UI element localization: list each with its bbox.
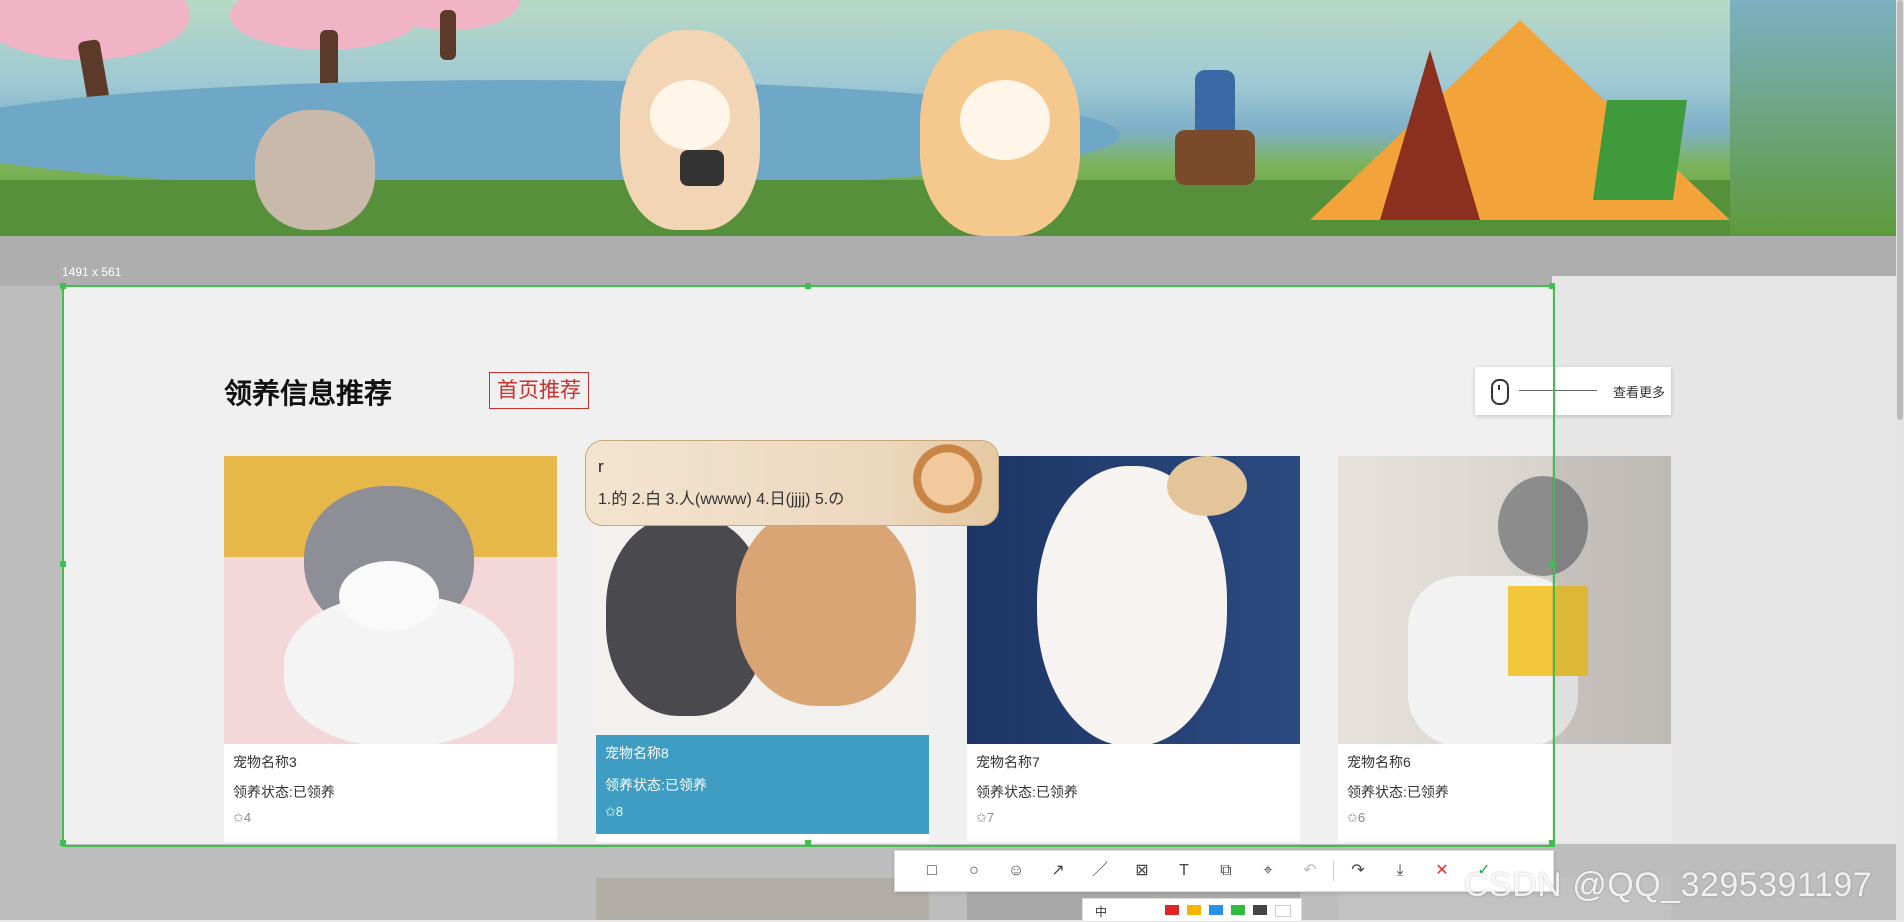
view-more-button[interactable]: 查看更多 xyxy=(1475,367,1671,415)
pet-card-next-row[interactable] xyxy=(224,878,557,920)
section-title: 领养信息推荐 xyxy=(224,378,393,409)
dim-overlay-card xyxy=(1552,456,1671,842)
color-swatch-black[interactable] xyxy=(1253,905,1267,915)
stump-illustration xyxy=(1175,130,1255,185)
pet-card[interactable]: 宠物名称3 领养状态:已领养 ✩4 xyxy=(224,456,557,842)
dim-overlay-left xyxy=(0,286,63,920)
ellipse-icon[interactable]: ○ xyxy=(963,861,985,881)
font-size-select[interactable]: 中 xyxy=(1095,903,1107,920)
pet-photo xyxy=(224,456,557,744)
resize-handle[interactable] xyxy=(805,283,811,289)
resize-handle[interactable] xyxy=(1549,561,1555,567)
capture-toolbar: □ ○ ☺ ↗ ／ ⊠ T ⧉ ⌖ ↶ ↷ ⤓ ✕ ✓ xyxy=(894,850,1554,892)
divider-line xyxy=(1519,390,1597,391)
hero-banner xyxy=(0,0,1904,236)
tree-trunk xyxy=(440,10,456,60)
adoption-status: 领养状态:已领养 xyxy=(233,784,335,800)
chair-illustration xyxy=(1592,100,1688,200)
star-count: ✩7 xyxy=(976,810,995,825)
star-count: ✩8 xyxy=(605,804,624,819)
pet-card[interactable]: 宠物名称7 领养状态:已领养 ✩7 xyxy=(967,456,1300,842)
copy-icon[interactable]: ⧉ xyxy=(1215,861,1237,881)
pet-name: 宠物名称7 xyxy=(976,754,1040,770)
toolbar-divider xyxy=(1333,861,1334,881)
camera-illustration xyxy=(680,150,724,186)
close-icon[interactable]: ✕ xyxy=(1431,861,1453,881)
emoji-icon[interactable]: ☺ xyxy=(1005,861,1027,881)
csdn-watermark: CSDN @QQ_3295391197 xyxy=(1464,866,1873,904)
pet-card-next-row[interactable] xyxy=(596,878,929,920)
color-swatch-green[interactable] xyxy=(1231,905,1245,915)
rectangle-icon[interactable]: □ xyxy=(921,861,943,881)
pet-name: 宠物名称8 xyxy=(605,745,669,761)
color-swatch-red[interactable] xyxy=(1165,905,1179,915)
download-icon[interactable]: ⤓ xyxy=(1389,861,1411,881)
color-swatch-blue[interactable] xyxy=(1209,905,1223,915)
resize-handle[interactable] xyxy=(60,283,66,289)
ime-candidate-list[interactable]: 1.的 2.白 3.人(wwww) 4.日(jjjj) 5.の xyxy=(598,485,844,509)
capture-size-label: 1491 x 561 xyxy=(62,265,122,279)
corgi-face xyxy=(650,80,730,150)
pet-photo xyxy=(967,456,1300,744)
color-swatch-yellow[interactable] xyxy=(1187,905,1201,915)
scrollbar-thumb[interactable] xyxy=(1897,0,1903,420)
pet-name: 宠物名称3 xyxy=(233,754,297,770)
resize-handle[interactable] xyxy=(805,840,811,846)
ime-candidate-window[interactable]: r 1.的 2.白 3.人(wwww) 4.日(jjjj) 5.の xyxy=(585,440,999,526)
home-recommend-button[interactable]: 首页推荐 xyxy=(489,372,589,409)
ime-input-text: r xyxy=(598,457,604,476)
mosaic-icon[interactable]: ⊠ xyxy=(1131,861,1153,881)
resize-handle[interactable] xyxy=(1549,283,1555,289)
capture-icon[interactable]: ⌖ xyxy=(1257,861,1279,881)
view-more-label: 查看更多 xyxy=(1613,385,1666,400)
adoption-status: 领养状态:已领养 xyxy=(1347,784,1449,800)
color-swatch-white[interactable] xyxy=(1275,905,1291,917)
adoption-status: 领养状态:已领养 xyxy=(976,784,1078,800)
background-hill xyxy=(1730,0,1904,236)
cat-illustration xyxy=(255,110,375,230)
arrow-icon[interactable]: ↗ xyxy=(1047,861,1069,881)
adoption-status: 领养状态:已领养 xyxy=(605,777,707,793)
resize-handle[interactable] xyxy=(1549,840,1555,846)
text-icon[interactable]: T xyxy=(1173,861,1195,881)
tent-door xyxy=(1380,50,1480,220)
shiba-face xyxy=(960,80,1050,160)
line-icon[interactable]: ／ xyxy=(1089,861,1111,881)
text-style-bar: 中 xyxy=(1082,898,1302,922)
undo-icon[interactable]: ↶ xyxy=(1299,861,1321,881)
resize-handle[interactable] xyxy=(60,840,66,846)
star-count: ✩4 xyxy=(233,810,252,825)
share-icon[interactable]: ↷ xyxy=(1347,861,1369,881)
resize-handle[interactable] xyxy=(60,561,66,567)
ime-skin-dog-image xyxy=(886,441,998,525)
pet-name: 宠物名称6 xyxy=(1347,754,1411,770)
star-count: ✩6 xyxy=(1347,810,1366,825)
mouse-icon xyxy=(1491,379,1509,405)
rectangle-icon[interactable] xyxy=(895,861,917,881)
